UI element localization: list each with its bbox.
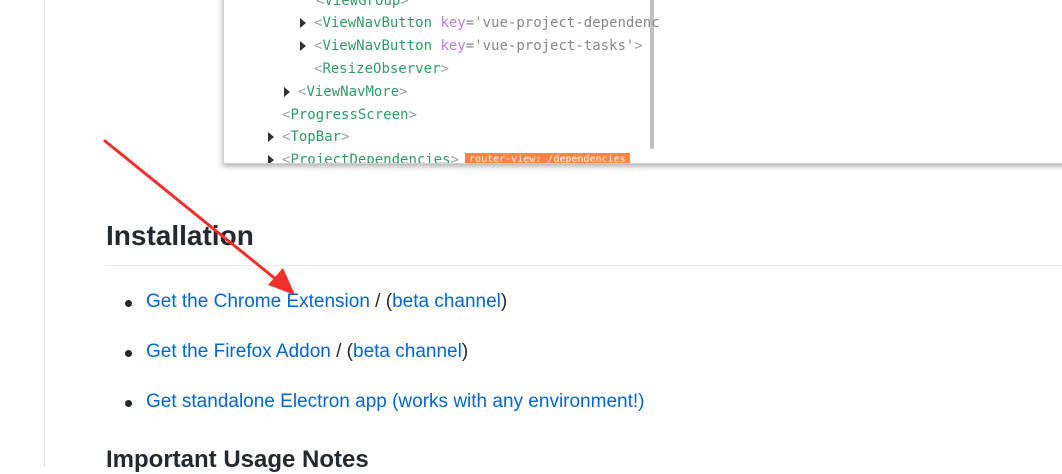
- annotation-arrow-icon: [103, 139, 295, 295]
